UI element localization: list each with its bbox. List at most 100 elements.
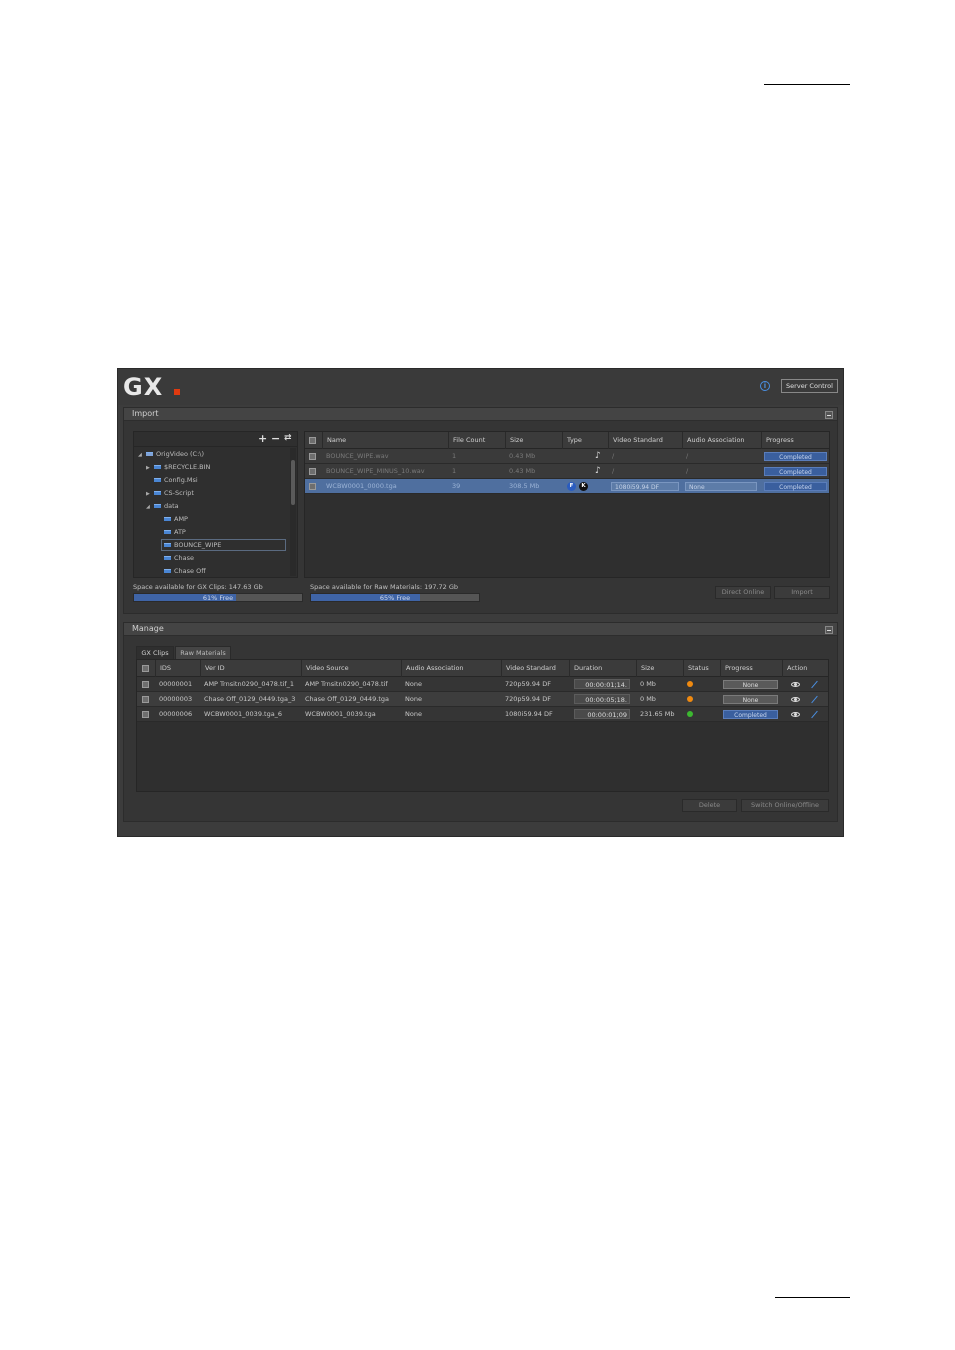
tab-gx-clips[interactable]: GX Clips: [136, 646, 174, 660]
status-dot: [687, 681, 693, 687]
row-checkbox[interactable]: [142, 711, 149, 718]
row-checkbox[interactable]: [142, 681, 149, 688]
tree-item-cs-script[interactable]: ▶ CS-Script: [146, 487, 194, 499]
row-progress: Completed: [764, 467, 827, 476]
col-type: Type: [562, 432, 608, 449]
fill-type-icon: F: [567, 482, 576, 491]
switch-online-offline-button[interactable]: Switch Online/Offline: [741, 799, 829, 812]
import-panel: Import + − ⇄ ◢ OrigVideo (C:\) ▶ $RECYCLE.…: [123, 407, 838, 614]
import-file-table: Name File Count Size Type Video Standard…: [304, 431, 830, 578]
server-control-button[interactable]: Server Control: [781, 379, 838, 393]
row-name: BOUNCE_WIPE_MINUS_10.wav: [326, 467, 425, 475]
tree-item-data[interactable]: ◢ data: [146, 500, 179, 512]
row-ver-id: Chase Off_0129_0449.tga_3: [204, 695, 296, 703]
audio-note-icon: ♪: [595, 451, 601, 461]
col-ids: IDS: [155, 660, 200, 677]
row-ids: 00000001: [159, 680, 193, 688]
row-progress: None: [723, 680, 778, 689]
row-ids: 00000006: [159, 710, 193, 718]
row-checkbox[interactable]: [142, 696, 149, 703]
collapse-icon[interactable]: [825, 626, 833, 634]
col-action: Action: [782, 660, 830, 677]
row-checkbox[interactable]: [309, 468, 316, 475]
row-video-standard: /: [612, 467, 615, 475]
row-name: BOUNCE_WIPE.wav: [326, 452, 389, 460]
select-all-checkbox[interactable]: [309, 437, 316, 444]
row-audio-association: None: [405, 695, 422, 703]
tree-item-amp[interactable]: AMP: [164, 513, 188, 525]
tree-item-recycle-bin[interactable]: ▶ $RECYCLE.BIN: [146, 461, 210, 473]
col-audio-association: Audio Association: [682, 432, 761, 449]
col-audio-association: Audio Association: [401, 660, 501, 677]
row-size: 0 Mb: [640, 695, 656, 703]
audio-note-icon: ♪: [595, 466, 601, 476]
info-icon[interactable]: i: [760, 381, 770, 391]
row-size: 231.65 Mb: [640, 710, 675, 718]
table-row[interactable]: 00000006 WCBW0001_0039.tga_6 WCBW0001_00…: [137, 707, 828, 722]
row-duration[interactable]: 00:00:05;18.: [574, 694, 630, 704]
col-file-count: File Count: [448, 432, 505, 449]
status-dot: [687, 711, 693, 717]
tree-root-drive[interactable]: ◢ OrigVideo (C:\): [138, 448, 204, 460]
row-checkbox[interactable]: [309, 483, 316, 490]
row-video-standard: 720p59.94 DF: [505, 680, 551, 688]
view-icon[interactable]: [791, 682, 800, 687]
row-file-count: 1: [452, 467, 457, 475]
gx-logo: GX: [123, 373, 164, 401]
view-icon[interactable]: [791, 712, 800, 717]
col-video-standard: Video Standard: [608, 432, 682, 449]
tree-scroll-thumb[interactable]: [291, 460, 295, 505]
tab-raw-materials[interactable]: Raw Materials: [175, 646, 231, 660]
row-progress: Completed: [723, 710, 778, 719]
tree-item-config-msi[interactable]: Config.Msi: [154, 474, 198, 486]
remove-icon[interactable]: −: [271, 432, 280, 445]
table-row[interactable]: BOUNCE_WIPE.wav 1 0.43 Mb ♪ / / Complete…: [305, 449, 829, 464]
col-size: Size: [636, 660, 683, 677]
collapse-icon[interactable]: [825, 411, 833, 419]
row-audio-association: /: [686, 452, 689, 460]
row-duration[interactable]: 00:00:01;09: [574, 709, 630, 719]
manage-panel-header: Manage: [124, 623, 837, 636]
tree-scrollbar[interactable]: [290, 448, 296, 576]
select-all-checkbox[interactable]: [142, 665, 149, 672]
row-audio-association: /: [686, 467, 689, 475]
delete-button[interactable]: Delete: [682, 799, 737, 812]
import-button[interactable]: Import: [774, 586, 830, 599]
folder-tree[interactable]: + − ⇄ ◢ OrigVideo (C:\) ▶ $RECYCLE.BIN Con…: [133, 431, 298, 578]
col-video-source: Video Source: [301, 660, 401, 677]
gx-space-text: 61% Free: [202, 594, 234, 602]
row-checkbox[interactable]: [309, 453, 316, 460]
import-panel-header: Import: [124, 408, 837, 421]
tree-item-chase-off[interactable]: Chase Off: [164, 565, 206, 577]
row-size: 0.43 Mb: [509, 467, 536, 475]
tree-item-bounce-wipe[interactable]: BOUNCE_WIPE: [161, 539, 286, 551]
refresh-icon[interactable]: ⇄: [284, 433, 292, 443]
audio-association-select[interactable]: None: [685, 482, 757, 491]
row-duration[interactable]: 00:00:01;14.: [574, 679, 630, 689]
table-row[interactable]: 00000003 Chase Off_0129_0449.tga_3 Chase…: [137, 692, 828, 707]
header-rule: [764, 84, 850, 85]
table-row[interactable]: BOUNCE_WIPE_MINUS_10.wav 1 0.43 Mb ♪ / /…: [305, 464, 829, 479]
logo-accent: [174, 389, 180, 395]
row-video-standard: 720p59.94 DF: [505, 695, 551, 703]
tree-item-atp[interactable]: ATP: [164, 526, 186, 538]
row-progress: None: [723, 695, 778, 704]
table-row[interactable]: 00000001 AMP Trnsitn0290_0478.tif_1 AMP …: [137, 677, 828, 692]
edit-icon[interactable]: [811, 695, 818, 704]
key-type-icon: K: [579, 482, 588, 491]
row-progress: Completed: [764, 482, 827, 491]
add-icon[interactable]: +: [258, 432, 267, 445]
row-ver-id: WCBW0001_0039.tga_6: [204, 710, 283, 718]
import-table-header: Name File Count Size Type Video Standard…: [305, 432, 829, 449]
gx-application-window: GX i Server Control Import + − ⇄ ◢ OrigVi…: [117, 368, 844, 837]
table-row-selected[interactable]: WCBW0001_0000.tga 39 308.5 Mb F K 1080i5…: [305, 479, 829, 494]
footer-rule: [775, 1297, 850, 1298]
view-icon[interactable]: [791, 697, 800, 702]
edit-icon[interactable]: [811, 710, 818, 719]
direct-online-button[interactable]: Direct Online: [715, 586, 771, 599]
tree-item-chase[interactable]: Chase: [164, 552, 194, 564]
col-video-standard: Video Standard: [501, 660, 569, 677]
video-standard-select[interactable]: 1080i59.94 DF: [611, 482, 679, 491]
col-status: Status: [683, 660, 720, 677]
edit-icon[interactable]: [811, 680, 818, 689]
